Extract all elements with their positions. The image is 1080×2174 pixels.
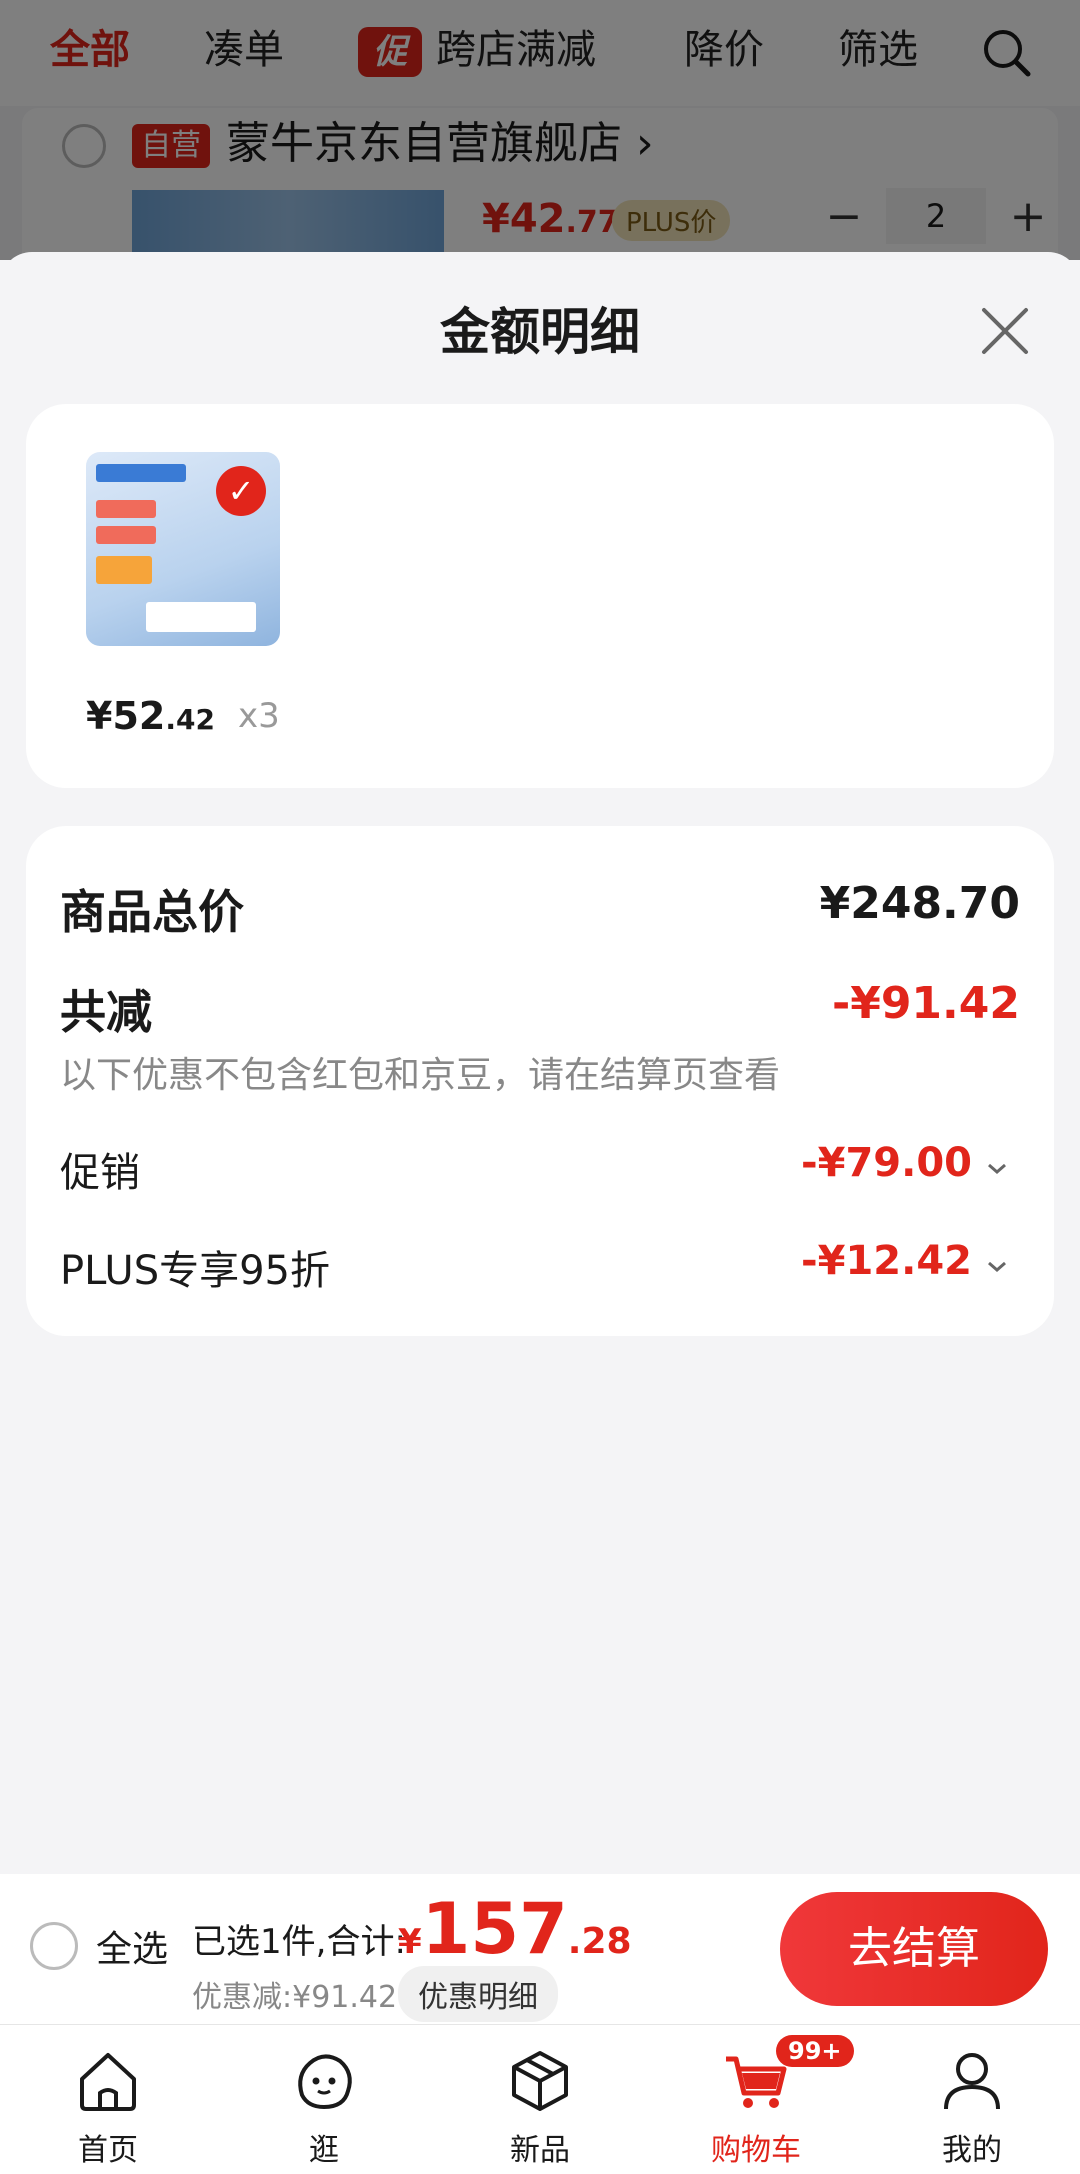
discount-note: 以下优惠不包含红包和京豆，请在结算页查看 xyxy=(60,1055,781,1096)
image-label-bar xyxy=(96,464,186,482)
item-price-decimal: .42 xyxy=(165,703,215,736)
nav-new-products-label: 新品 xyxy=(510,2133,570,2168)
new-products-icon xyxy=(512,2051,568,2111)
price-breakdown-card: 商品总价 ¥248.70 共减 -¥91.42 以下优惠不包含红包和京豆，请在结… xyxy=(26,826,1054,1336)
nav-profile[interactable]: 我的 xyxy=(864,2025,1080,2174)
select-all-radio[interactable] xyxy=(30,1922,78,1970)
total-symbol: ¥ xyxy=(398,1922,422,1962)
chevron-down-icon[interactable] xyxy=(984,1254,1010,1280)
checkmark-icon: ✓ xyxy=(216,466,266,516)
total-reduction-label: 共减 xyxy=(60,985,152,1039)
item-unit-price: ¥52.42 xyxy=(86,694,215,738)
bottom-navigation: 首页 逛 新品 99+ 购物车 我的 xyxy=(0,2024,1080,2174)
total-decimal: .28 xyxy=(567,1921,632,1962)
nav-home-label: 首页 xyxy=(78,2133,138,2168)
nav-browse[interactable]: 逛 xyxy=(216,2025,432,2174)
product-image[interactable]: ✓ xyxy=(86,452,280,646)
item-quantity: x3 xyxy=(238,696,280,736)
total-main: 157 xyxy=(421,1888,568,1970)
nav-new-products[interactable]: 新品 xyxy=(432,2025,648,2174)
close-icon[interactable] xyxy=(980,306,1030,356)
nav-home[interactable]: 首页 xyxy=(0,2025,216,2174)
modal-overlay[interactable] xyxy=(0,0,1080,260)
image-label-bar xyxy=(96,556,152,584)
nav-cart-label: 购物车 xyxy=(711,2133,801,2168)
discount-amount: 优惠减:¥91.42 xyxy=(192,1980,398,2015)
order-total: ¥157.28 xyxy=(398,1888,632,1970)
plus-discount-label: PLUS专享95折 xyxy=(60,1248,330,1294)
promotion-label: 促销 xyxy=(60,1150,140,1196)
total-price-value: ¥248.70 xyxy=(819,878,1020,929)
nav-browse-label: 逛 xyxy=(309,2133,339,2168)
browse-icon xyxy=(298,2054,352,2110)
promotion-value[interactable]: -¥79.00 xyxy=(801,1140,972,1186)
item-price-main: ¥52 xyxy=(86,694,166,738)
image-label-bar xyxy=(96,526,156,544)
profile-icon xyxy=(944,2053,1000,2110)
plus-discount-value[interactable]: -¥12.42 xyxy=(801,1238,972,1284)
cart-count-badge: 99+ xyxy=(776,2035,854,2067)
checkout-button[interactable]: 去结算 xyxy=(780,1892,1048,2006)
chevron-down-icon[interactable] xyxy=(984,1156,1010,1182)
image-label-bar xyxy=(96,500,156,518)
home-icon xyxy=(80,2053,136,2111)
select-all-label[interactable]: 全选 xyxy=(96,1920,168,1972)
total-reduction-value: -¥91.42 xyxy=(831,978,1020,1029)
checkout-bar: 全选 已选1件,合计: ¥157.28 优惠减:¥91.42 优惠明细 去结算 xyxy=(0,1874,1080,2024)
selected-items-card: ✓ ¥52.42 x3 xyxy=(26,404,1054,788)
nav-cart[interactable]: 99+ 购物车 xyxy=(648,2025,864,2174)
total-price-label: 商品总价 xyxy=(60,885,244,939)
image-label-bar xyxy=(146,602,256,632)
nav-profile-label: 我的 xyxy=(942,2133,1002,2168)
selected-count-label: 已选1件,合计: xyxy=(192,1922,406,1962)
sheet-title: 金额明细 xyxy=(440,303,640,361)
discount-detail-button[interactable]: 优惠明细 xyxy=(398,1966,558,2022)
amount-detail-sheet: 金额明细 ✓ ¥52.42 x3 商品总价 ¥248.70 共减 -¥91.42… xyxy=(0,252,1080,1872)
